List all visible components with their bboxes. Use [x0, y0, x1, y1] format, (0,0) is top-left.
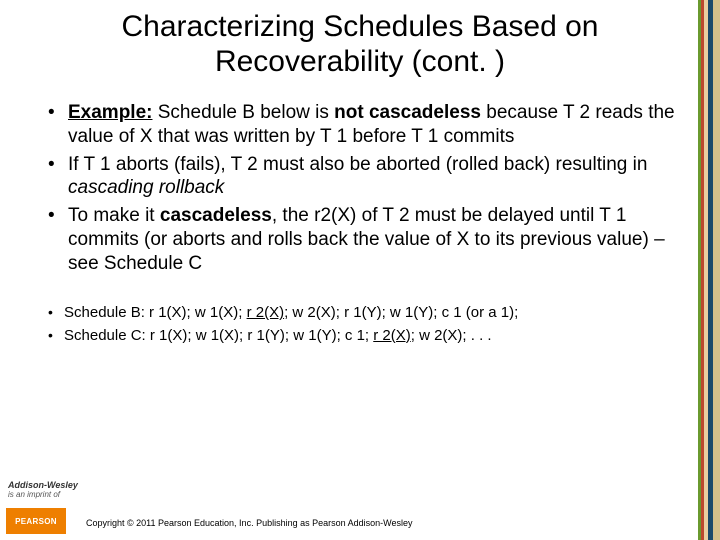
copyright-text: Copyright © 2011 Pearson Education, Inc.…: [86, 518, 413, 528]
schedule-item: Schedule C: r 1(X); w 1(X); r 1(Y); w 1(…: [46, 326, 680, 346]
main-bullet-list: Example: Schedule B below is not cascade…: [46, 101, 680, 275]
slide: Characterizing Schedules Based on Recove…: [0, 0, 720, 540]
pearson-logo: PEARSON: [6, 508, 66, 534]
imprint-text: Addison-Wesley is an imprint of: [8, 481, 78, 500]
bullet-item: To make it cascadeless, the r2(X) of T 2…: [46, 204, 680, 275]
pearson-label: PEARSON: [15, 517, 57, 526]
slide-footer: Addison-Wesley is an imprint of PEARSON …: [0, 482, 720, 540]
slide-title: Characterizing Schedules Based on Recove…: [40, 10, 680, 79]
bullet-item: If T 1 aborts (fails), T 2 must also be …: [46, 153, 680, 201]
schedule-list: Schedule B: r 1(X); w 1(X); r 2(X); w 2(…: [46, 303, 680, 345]
schedule-item: Schedule B: r 1(X); w 1(X); r 2(X); w 2(…: [46, 303, 680, 323]
imprint-line: is an imprint of: [8, 490, 60, 499]
stripe: [713, 0, 720, 540]
bullet-item: Example: Schedule B below is not cascade…: [46, 101, 680, 149]
decorative-side-stripes: [698, 0, 720, 540]
imprint-brand: Addison-Wesley: [8, 480, 78, 490]
